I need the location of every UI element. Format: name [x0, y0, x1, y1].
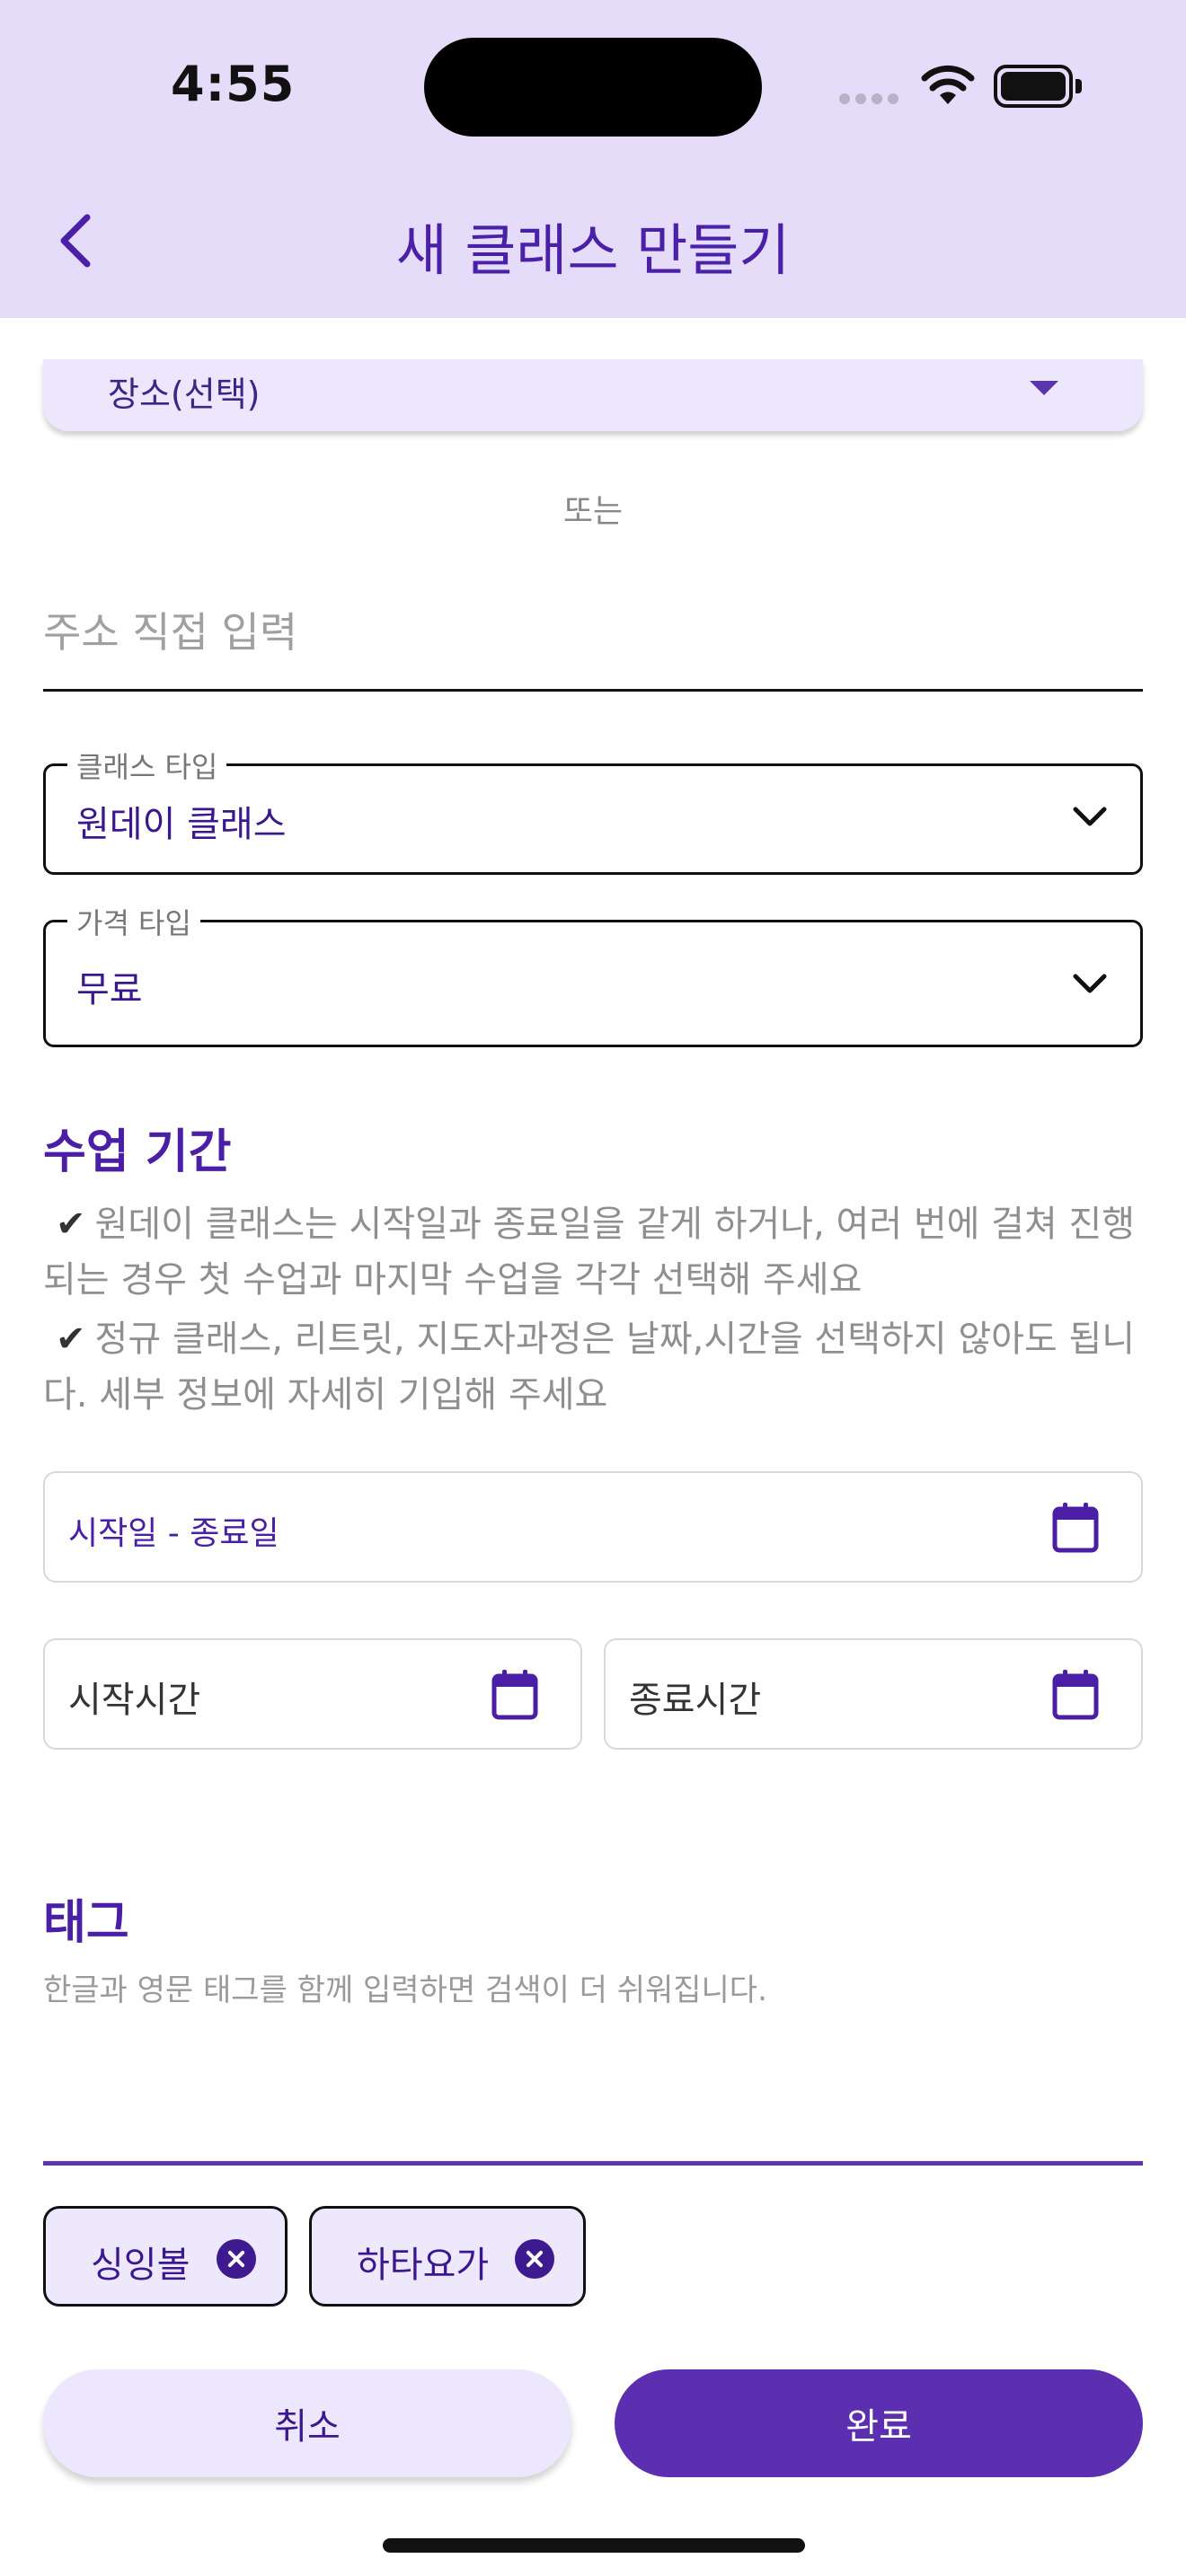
or-divider-text: 또는 — [562, 493, 624, 530]
status-time: 4:55 — [171, 56, 296, 112]
check-icon: ✔ — [56, 1204, 86, 1245]
schedule-note-2: ✔ 정규 클래스, 리트릿, 지도자과정은 날짜,시간을 선택하지 않아도 됩니다… — [43, 1311, 1143, 1423]
dynamic-island — [424, 38, 762, 137]
calendar-icon — [1052, 1670, 1099, 1720]
home-indicator — [383, 2538, 805, 2553]
status-icons — [839, 63, 1082, 108]
tag-input-underline[interactable] — [43, 2161, 1143, 2166]
price-type-value: 무료 — [76, 969, 143, 1010]
schedule-note-1: ✔ 원데이 클래스는 시작일과 종료일을 같게 하거나, 여러 번에 걸쳐 진행되… — [43, 1196, 1143, 1308]
cancel-button[interactable]: 취소 — [43, 2369, 571, 2477]
wifi-icon — [921, 65, 975, 104]
end-time-label: 종료시간 — [629, 1680, 762, 1721]
page-title: 새 클래스 만들기 — [395, 217, 791, 283]
tag-chip-label: 하타요가 — [357, 2245, 490, 2286]
class-type-label: 클래스 타입 — [67, 745, 227, 786]
tag-chip[interactable]: 싱잉볼 — [43, 2206, 288, 2307]
tags-helper-text: 한글과 영문 태그를 함께 입력하면 검색이 더 쉬워집니다. — [43, 1972, 767, 2008]
date-range-picker[interactable]: 시작일 - 종료일 — [43, 1471, 1143, 1583]
battery-icon — [994, 65, 1082, 108]
tags-section-title: 태그 — [43, 1896, 129, 1950]
caret-down-icon — [1030, 381, 1058, 395]
chevron-down-icon — [1073, 974, 1107, 993]
remove-tag-icon[interactable] — [515, 2239, 554, 2279]
tag-chip[interactable]: 하타요가 — [309, 2206, 586, 2307]
start-time-label: 시작시간 — [68, 1680, 201, 1721]
class-type-select[interactable]: 클래스 타입 원데이 클래스 — [43, 745, 1143, 875]
done-button[interactable]: 완료 — [615, 2369, 1143, 2477]
location-label: 장소(선택) — [108, 375, 261, 414]
schedule-note-text: 정규 클래스, 리트릿, 지도자과정은 날짜,시간을 선택하지 않아도 됩니다.… — [43, 1319, 1136, 1416]
date-range-label: 시작일 - 종료일 — [68, 1515, 279, 1552]
schedule-note-text: 원데이 클래스는 시작일과 종료일을 같게 하거나, 여러 번에 걸쳐 진행되는… — [43, 1204, 1136, 1301]
chevron-down-icon — [1073, 807, 1107, 826]
tag-chip-label: 싱잉볼 — [91, 2245, 190, 2286]
calendar-icon — [491, 1670, 538, 1720]
price-type-select[interactable]: 가격 타입 무료 — [43, 901, 1143, 1047]
address-input[interactable] — [43, 575, 1143, 692]
location-dropdown[interactable]: 장소(선택) — [43, 359, 1143, 431]
remove-tag-icon[interactable] — [217, 2239, 256, 2279]
price-type-label: 가격 타입 — [67, 901, 200, 942]
calendar-icon — [1052, 1503, 1099, 1553]
start-time-picker[interactable]: 시작시간 — [43, 1638, 582, 1750]
check-icon: ✔ — [56, 1319, 86, 1360]
schedule-section-title: 수업 기간 — [43, 1125, 232, 1179]
app-header: 4:55 새 클래스 만들기 — [0, 0, 1186, 318]
end-time-picker[interactable]: 종료시간 — [604, 1638, 1143, 1750]
class-type-value: 원데이 클래스 — [76, 804, 287, 845]
signal-icon — [839, 93, 898, 104]
